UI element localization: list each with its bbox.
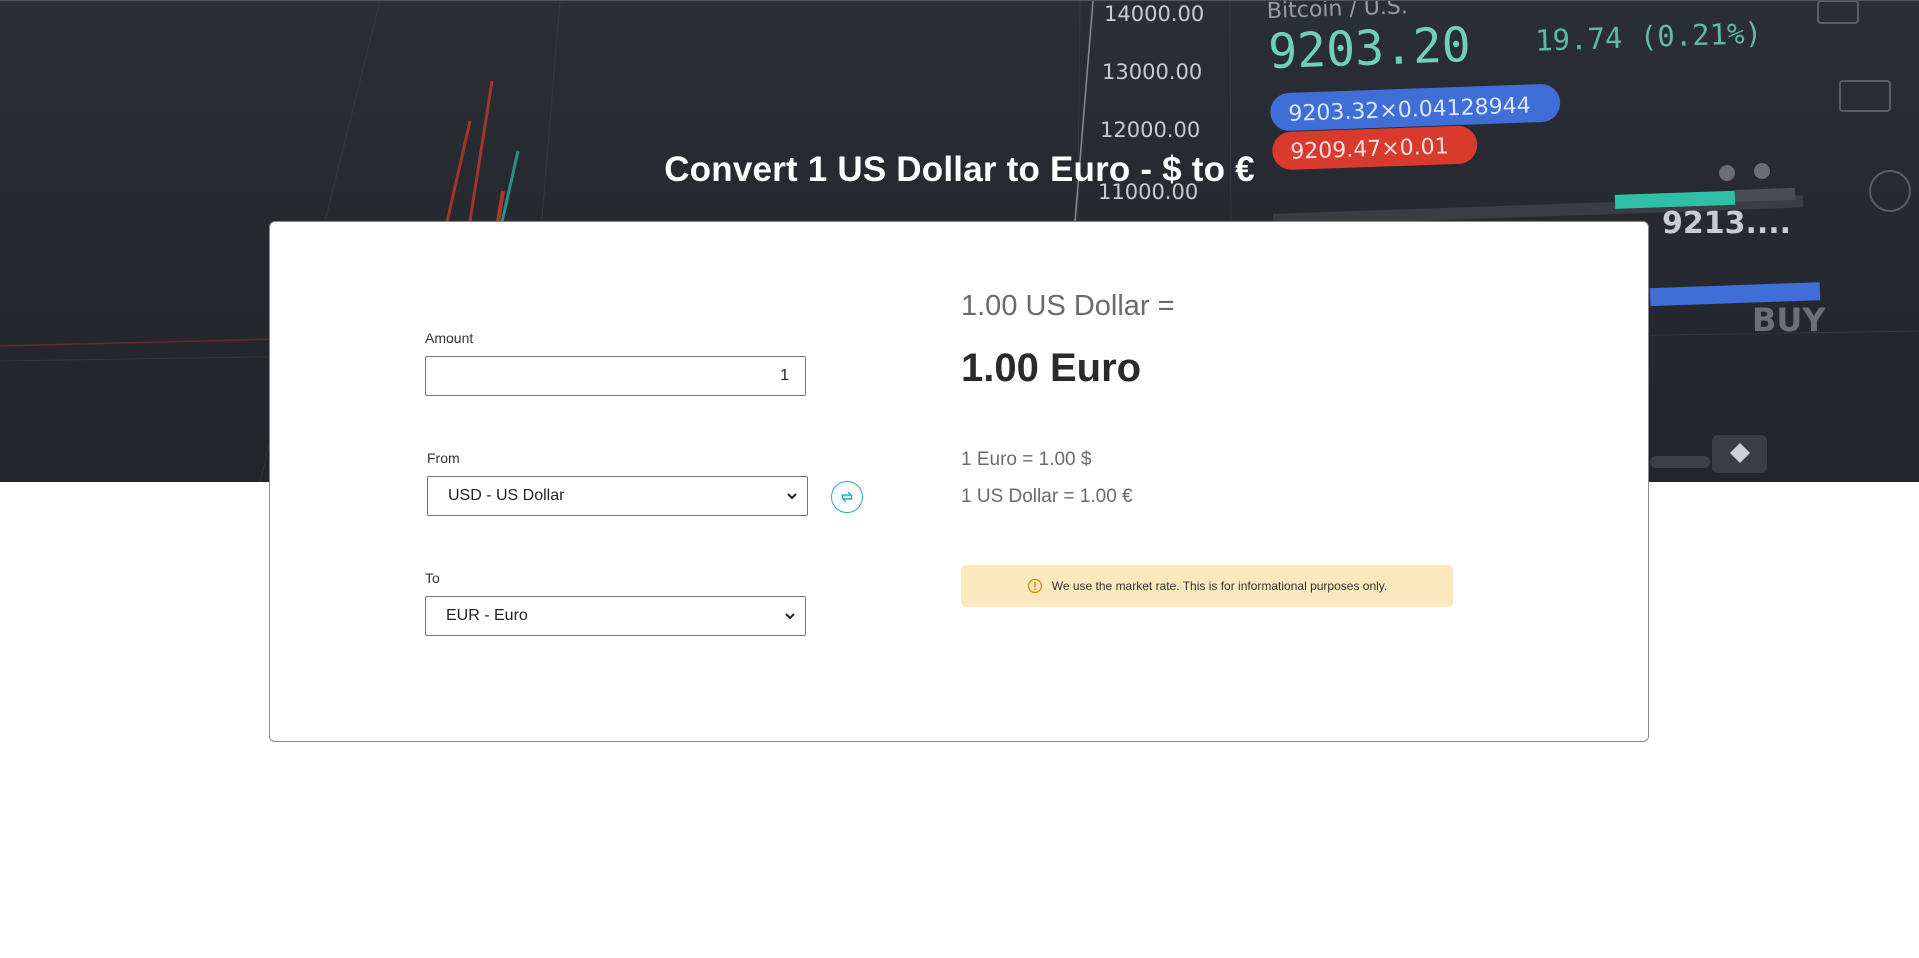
axis-label: 12000.00 (1100, 118, 1200, 142)
chevron-down-icon (785, 613, 795, 620)
axis-label: 14000.00 (1104, 2, 1204, 26)
warning-icon (1027, 578, 1042, 594)
amount-label: Amount (425, 330, 474, 346)
chevron-down-icon (787, 493, 797, 500)
market-rate-notice: We use the market rate. This is for info… (961, 565, 1453, 607)
buy-label: BUY (1752, 301, 1826, 339)
from-label: From (427, 450, 460, 466)
to-currency-select[interactable]: EUR - Euro (425, 596, 806, 636)
converter-card: Amount From USD - US Dollar To EUR - Eur… (269, 221, 1649, 742)
rate-forward: 1 US Dollar = 1.00 € (961, 486, 1133, 507)
result-to-text: 1.00 Euro (961, 346, 1142, 390)
to-label: To (425, 570, 440, 586)
from-currency-select[interactable]: USD - US Dollar (427, 476, 808, 516)
swap-icon (841, 491, 853, 503)
page-title: Convert 1 US Dollar to Euro - $ to € (664, 150, 1255, 189)
book-price: 9213.... (1662, 206, 1791, 241)
notice-text: We use the market rate. This is for info… (1051, 579, 1388, 593)
axis-label: 13000.00 (1102, 60, 1202, 84)
swap-currencies-button[interactable] (831, 481, 863, 513)
rate-reverse: 1 Euro = 1.00 $ (961, 449, 1092, 470)
result-from-text: 1.00 US Dollar = (961, 290, 1175, 322)
from-currency-value: USD - US Dollar (448, 487, 565, 504)
to-currency-value: EUR - Euro (446, 607, 528, 624)
ticker-price: 9203.20 (1267, 17, 1471, 80)
amount-input[interactable] (425, 356, 806, 396)
ticker-change: 19.74 (0.21%) (1535, 16, 1763, 58)
